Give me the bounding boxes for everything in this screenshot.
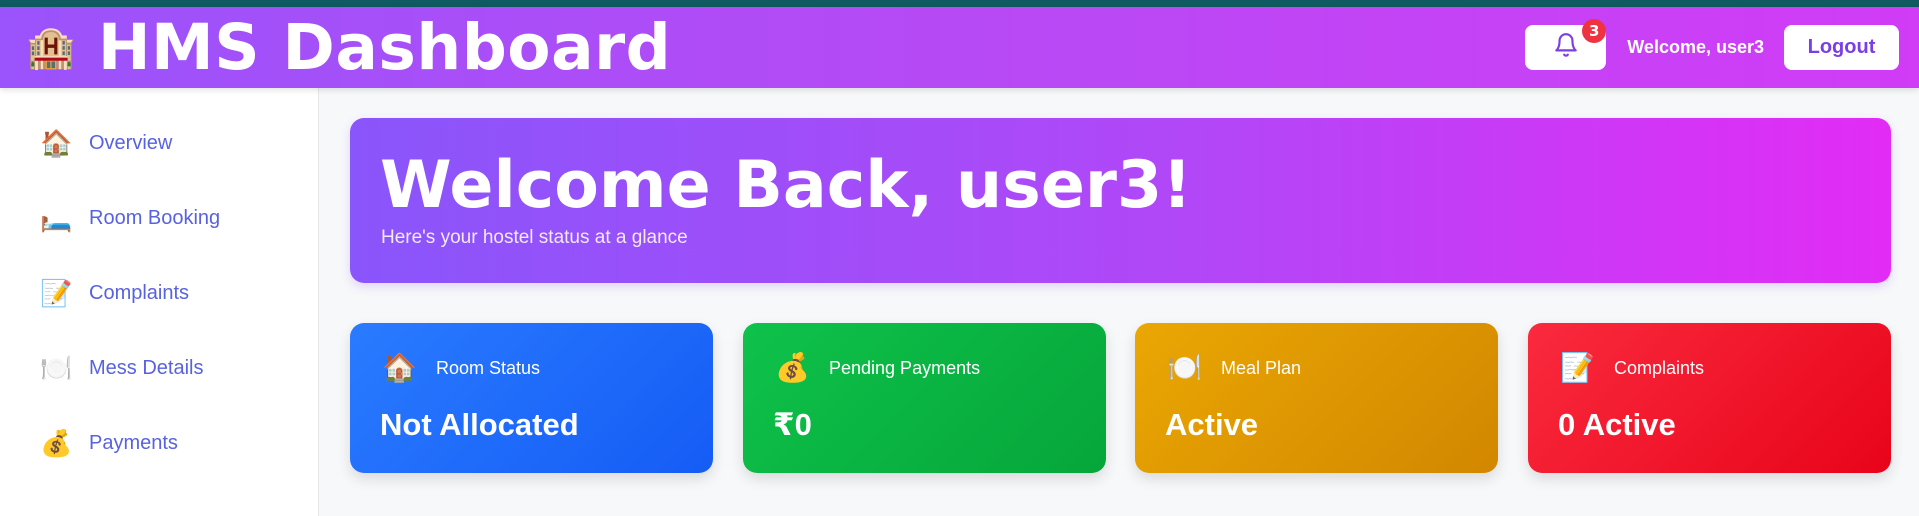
sidebar-item-label: Mess Details [89,356,204,379]
card-header: 📝 Complaints [1560,354,1704,382]
app-header: 🏨 HMS Dashboard 3 Welcome, user3 Logout [0,7,1919,88]
card-label: Complaints [1614,357,1705,378]
notifications-button[interactable]: 3 [1525,19,1607,70]
sidebar-item-label: Complaints [89,281,190,304]
hotel-icon: 🏨 [26,25,76,70]
sidebar-item-label: Room Booking [89,206,221,229]
logout-button[interactable]: Logout [1784,25,1899,70]
memo-icon: 📝 [1560,352,1595,383]
pending-payments-card[interactable]: 💰 Pending Payments ₹0 [743,323,1106,473]
complaints-card[interactable]: 📝 Complaints 0 Active [1528,323,1891,473]
bed-icon: 🛏️ [40,203,73,233]
money-bag-icon: 💰 [40,428,73,458]
notification-badge: 3 [1582,19,1607,43]
card-value: Not Allocated [380,407,579,442]
card-label: Pending Payments [829,357,981,378]
sidebar-item-overview[interactable]: 🏠 Overview [40,123,172,163]
welcome-user-text: Welcome, user3 [1627,37,1764,57]
house-icon: 🏠 [382,352,417,383]
card-value: ₹0 [773,407,812,442]
card-value: 0 Active [1558,407,1676,442]
card-header: 🍽️ Meal Plan [1167,354,1301,382]
sidebar-item-complaints[interactable]: 📝 Complaints [40,273,189,313]
card-value: Active [1165,407,1259,442]
card-header: 💰 Pending Payments [775,354,980,382]
plate-icon: 🍽️ [1167,352,1202,383]
room-status-card[interactable]: 🏠 Room Status Not Allocated [350,323,713,473]
card-label: Meal Plan [1221,357,1302,378]
top-accent-strip [0,0,1919,7]
sidebar-item-room-booking[interactable]: 🛏️ Room Booking [40,198,220,238]
sidebar-item-payments[interactable]: 💰 Payments [40,423,178,463]
sidebar-item-label: Payments [89,431,178,454]
plate-icon: 🍽️ [40,353,73,383]
bell-icon [1553,31,1579,64]
money-bag-icon: 💰 [775,352,810,383]
welcome-title: Welcome Back, user3! [380,148,1192,223]
memo-icon: 📝 [40,278,73,308]
house-icon: 🏠 [40,128,73,158]
meal-plan-card[interactable]: 🍽️ Meal Plan Active [1135,323,1498,473]
welcome-banner: Welcome Back, user3! Here's your hostel … [350,118,1891,283]
sidebar: 🏠 Overview 🛏️ Room Booking 📝 Complaints … [0,88,319,516]
welcome-subtitle: Here's your hostel status at a glance [381,227,688,248]
sidebar-item-mess-details[interactable]: 🍽️ Mess Details [40,348,203,388]
card-label: Room Status [436,357,541,378]
card-header: 🏠 Room Status [382,354,540,382]
app-title: HMS Dashboard [97,11,672,84]
brand: 🏨 HMS Dashboard [26,11,671,84]
header-actions: 3 Welcome, user3 Logout [1525,19,1899,70]
sidebar-item-label: Overview [89,131,173,154]
